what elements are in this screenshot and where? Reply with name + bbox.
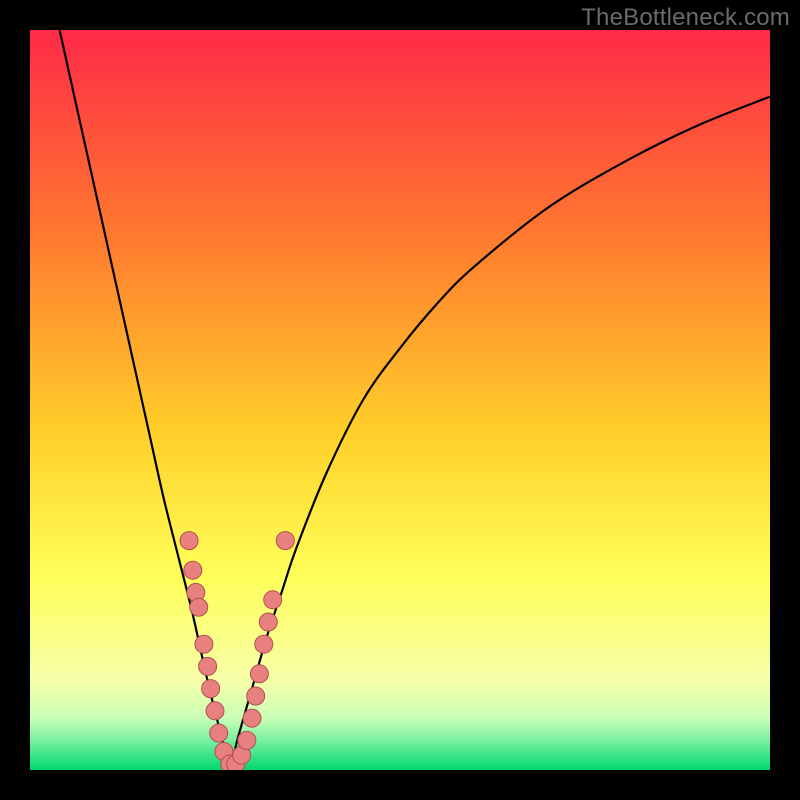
marker-point	[255, 635, 273, 653]
marker-point	[259, 613, 277, 631]
marker-point	[199, 657, 217, 675]
marker-point	[247, 687, 265, 705]
marker-point	[202, 680, 220, 698]
plot-area	[30, 30, 770, 770]
bottleneck-curve-svg	[30, 30, 770, 770]
marker-point	[180, 532, 198, 550]
marker-point	[206, 702, 224, 720]
marker-point	[190, 598, 208, 616]
marker-point	[250, 665, 268, 683]
watermark-text: TheBottleneck.com	[581, 4, 790, 32]
marker-point	[276, 532, 294, 550]
marker-point	[195, 635, 213, 653]
marker-point	[210, 724, 228, 742]
bottleneck-curve	[60, 30, 770, 770]
marker-point	[243, 709, 261, 727]
marker-group	[180, 532, 294, 770]
marker-point	[238, 731, 256, 749]
marker-point	[184, 561, 202, 579]
chart-frame: TheBottleneck.com	[0, 0, 800, 800]
marker-point	[264, 591, 282, 609]
